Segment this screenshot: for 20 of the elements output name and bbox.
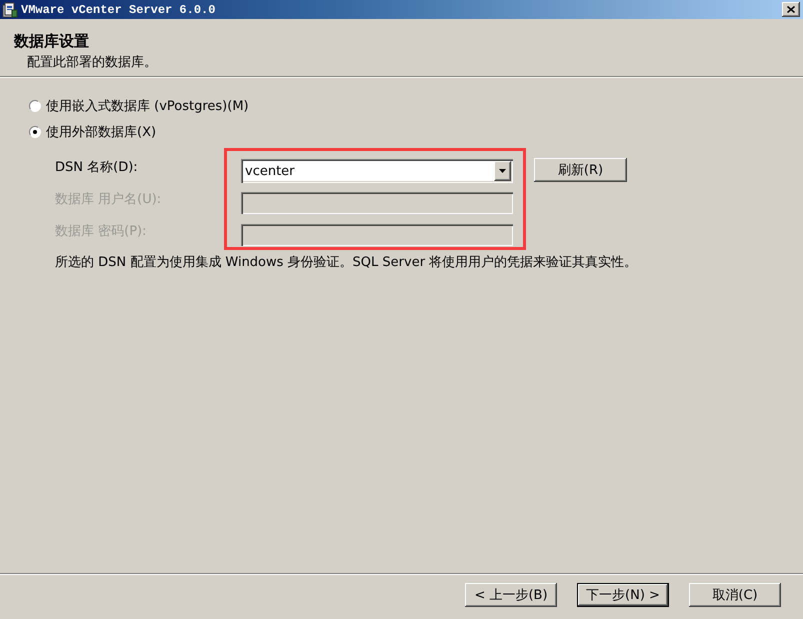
close-button[interactable] bbox=[782, 2, 800, 17]
next-button[interactable]: 下一步(N) > bbox=[577, 583, 669, 607]
app-icon bbox=[2, 2, 18, 18]
info-text: 所选的 DSN 配置为使用集成 Windows 身份验证。SQL Server 将使用用户的凭据来验证其真实性。 bbox=[55, 254, 638, 272]
cancel-button[interactable]: 取消(C) bbox=[689, 583, 781, 607]
option-label: 使用嵌入式数据库 (vPostgres)(M) bbox=[46, 98, 249, 114]
field-label: DSN 名称(D): bbox=[55, 160, 138, 175]
dsn-dropdown[interactable]: vcenter bbox=[241, 159, 513, 183]
refresh-button[interactable]: 刷新(R) bbox=[534, 158, 627, 182]
back-button[interactable]: < 上一步(B) bbox=[465, 583, 557, 607]
radio-button[interactable] bbox=[29, 100, 41, 112]
page-subtitle: 配置此部署的数据库。 bbox=[27, 54, 158, 71]
field-label: 数据库 用户名(U): bbox=[55, 192, 162, 207]
window-title: VMware vCenter Server 6.0.0 bbox=[21, 2, 216, 16]
option-label: 使用外部数据库(X) bbox=[46, 124, 156, 140]
radio-button[interactable] bbox=[29, 126, 41, 138]
page-heading: 数据库设置 bbox=[14, 32, 90, 51]
close-icon bbox=[787, 6, 795, 13]
caret-icon[interactable] bbox=[494, 161, 511, 181]
field-label: 数据库 密码(P): bbox=[55, 224, 146, 239]
